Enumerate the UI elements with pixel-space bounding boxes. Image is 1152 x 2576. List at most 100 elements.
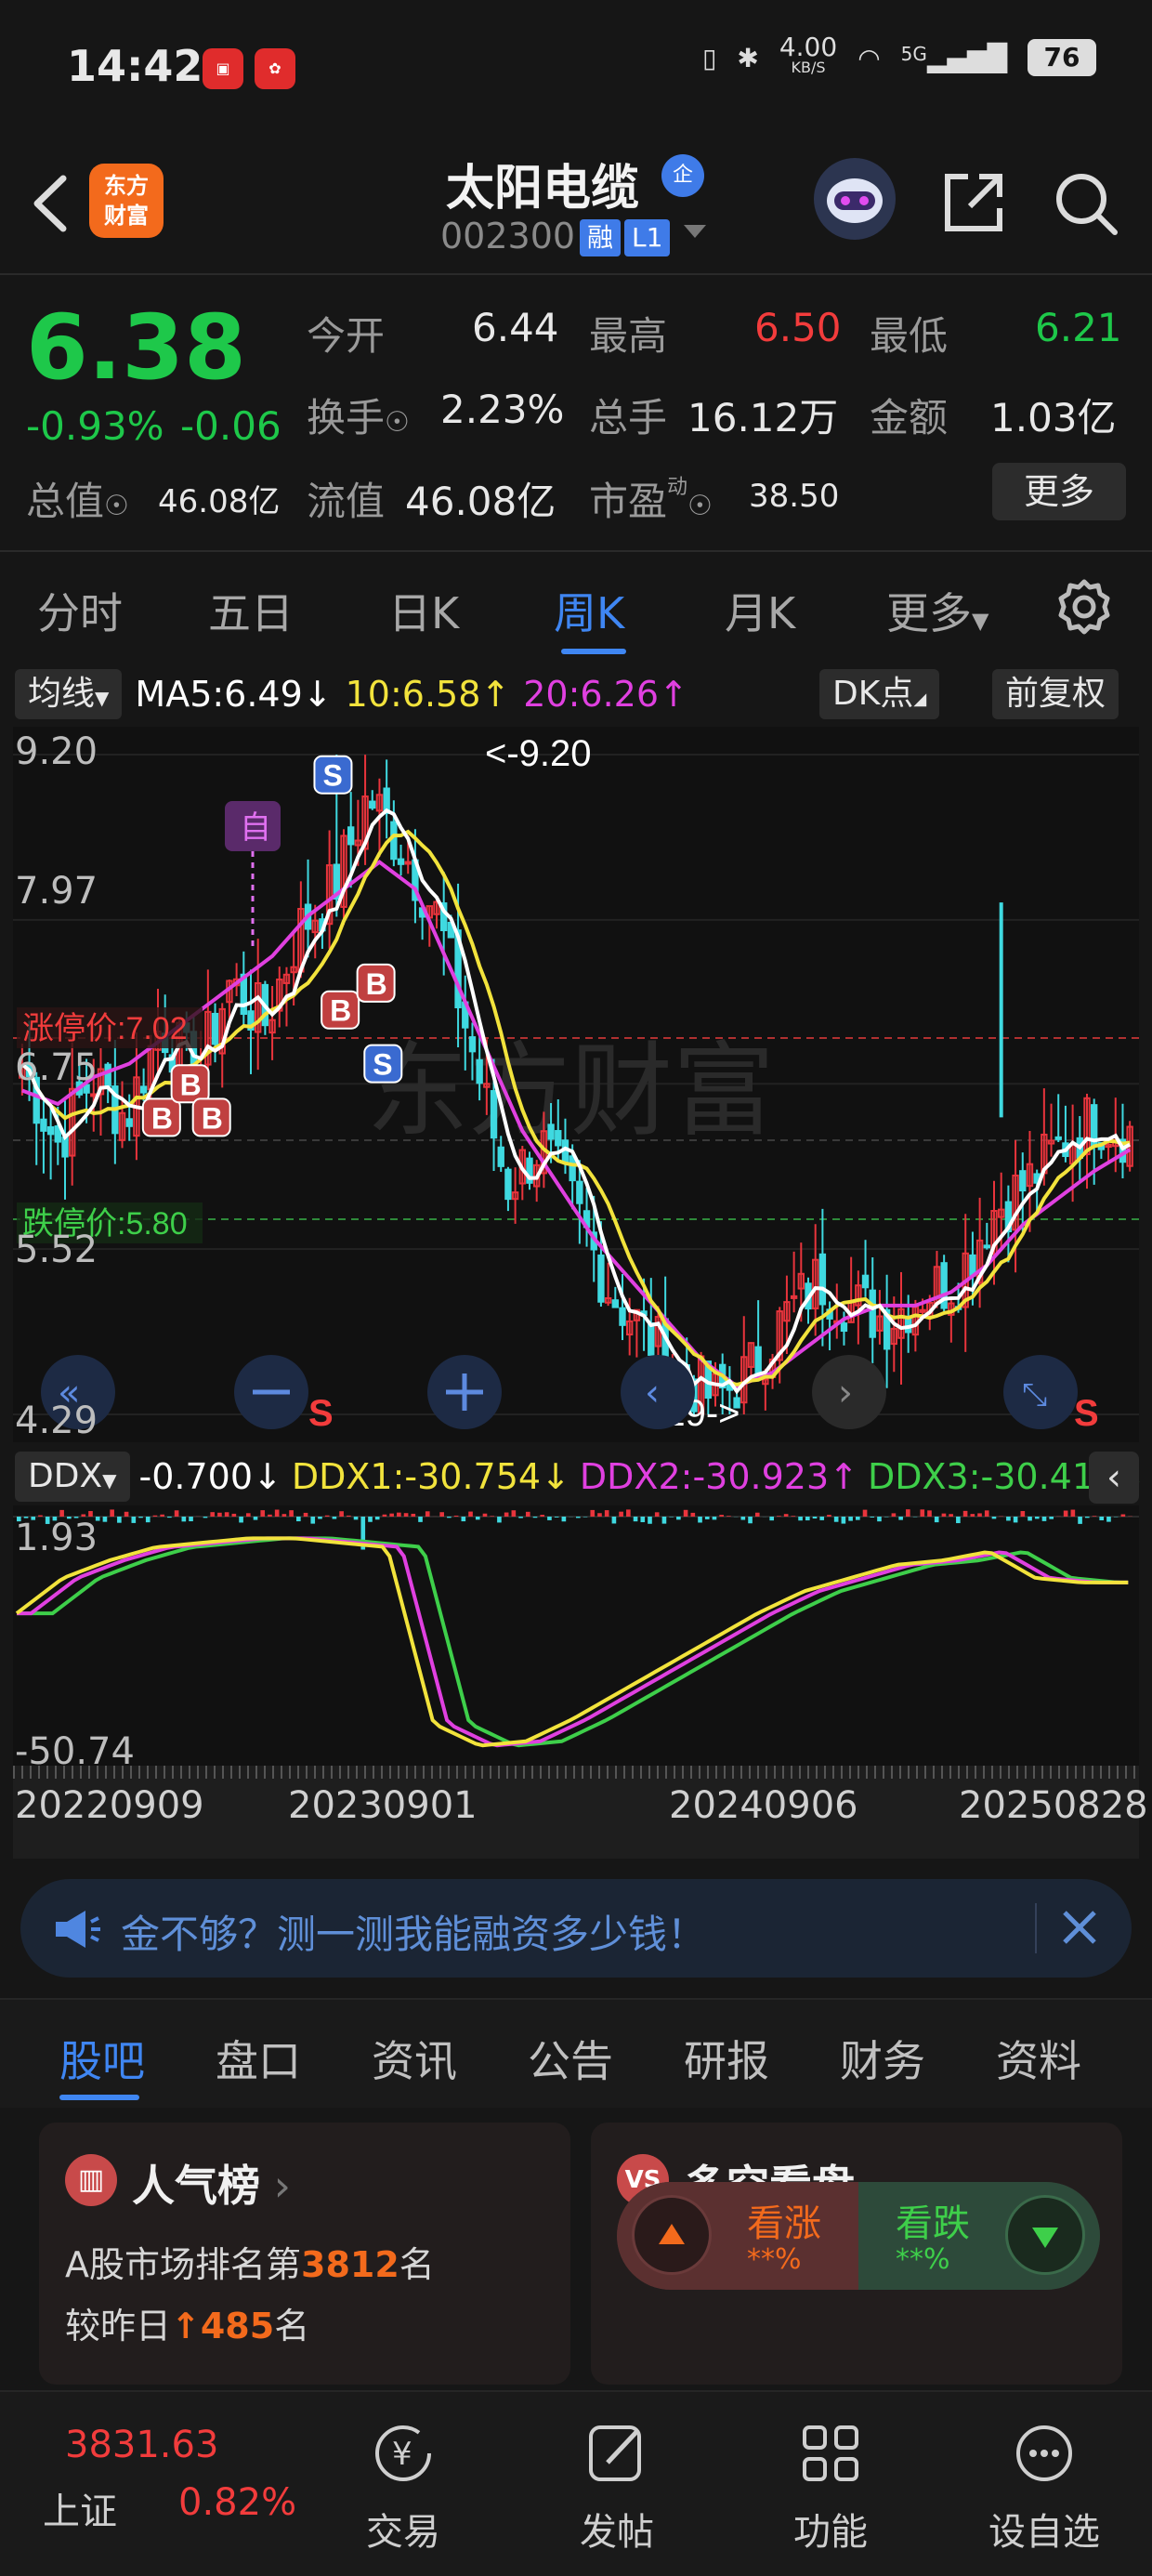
ddx-bar: [490, 1516, 495, 1517]
candle-body: [211, 1012, 219, 1045]
collapse-indicator-button[interactable]: ‹: [1089, 1452, 1139, 1504]
nav-post[interactable]: 发帖: [543, 2416, 691, 2556]
svg-text:B: B: [366, 967, 387, 1001]
tab-pankou[interactable]: 盘口: [216, 2028, 301, 2089]
ddx-bar: [719, 1515, 724, 1517]
ddx-bar: [819, 1517, 825, 1520]
float-cap-value: 46.08亿: [405, 479, 556, 524]
ddx-indicator-select[interactable]: DDX▼: [15, 1452, 130, 1502]
search-icon[interactable]: [1050, 167, 1120, 238]
sell-marker: S: [313, 755, 353, 795]
ddx-bar: [676, 1517, 681, 1520]
more-quote-button[interactable]: 更多: [992, 463, 1126, 520]
ddx-chart[interactable]: [13, 1505, 1139, 1766]
status-bar: 14:42 ▣ ✿ ▯ ✱ 4.00 KB/S ◠ 5G▂▄▆█ 76: [0, 0, 1152, 139]
tab-more[interactable]: 更多▼: [886, 580, 988, 641]
ma20-value: 20:6.26↑: [523, 674, 688, 715]
bluetooth-icon: ✱: [737, 42, 759, 73]
tab-financials[interactable]: 财务: [840, 2028, 925, 2089]
margin-promo-banner[interactable]: 金不够？测一测我能融资多少钱！: [20, 1879, 1132, 1978]
yen-exchange-icon: ¥: [375, 2425, 431, 2481]
ddx-bar: [769, 1517, 775, 1521]
candle-body: [90, 1093, 98, 1097]
candle-body: [1054, 1136, 1062, 1140]
ddx1-value: DDX1:-30.754↓: [291, 1456, 570, 1497]
ddx-bar: [619, 1511, 623, 1517]
high-label: 最高: [589, 313, 668, 359]
candle-body: [1019, 1170, 1027, 1192]
nav-trade[interactable]: ¥ 交易: [329, 2416, 478, 2556]
buy-marker: B: [356, 963, 396, 1003]
ai-assistant-robot-icon[interactable]: [814, 158, 896, 240]
tab-announcements[interactable]: 公告: [528, 2028, 613, 2089]
tab-profile[interactable]: 资料: [996, 2028, 1081, 2089]
nav-add-watchlist[interactable]: 设自选: [970, 2416, 1119, 2556]
ddx-bar: [727, 1516, 731, 1517]
back-arrow-icon[interactable]: [26, 171, 82, 236]
ddx-bar: [848, 1517, 853, 1521]
buy-marker: B: [141, 1097, 181, 1137]
ddx-bar: [984, 1510, 989, 1517]
sh-index-name[interactable]: 上证: [43, 2481, 117, 2535]
ddx-bar: [640, 1517, 646, 1523]
date-label: 20250828: [959, 1784, 1148, 1827]
popularity-card[interactable]: ▥ 人气榜 › A股市场排名第3812名 较昨日↑485名: [39, 2123, 570, 2385]
bull-vote-button[interactable]: 看涨 **%: [617, 2182, 866, 2290]
ddx-bar: [748, 1517, 753, 1524]
ddx-bar: [862, 1509, 868, 1517]
edit-icon: [589, 2425, 641, 2481]
tab-five-day[interactable]: 五日: [208, 580, 294, 641]
dropdown-caret-icon[interactable]: [684, 225, 706, 238]
ddx-bar: [870, 1517, 875, 1518]
indicator-type-select[interactable]: 均线▼: [15, 669, 123, 719]
candle-body: [390, 821, 398, 861]
ddx-bar: [1120, 1514, 1126, 1517]
kline-chart[interactable]: 东方财富 涨停价:7.02 跌停价:5.80 <-9.20 4.29-> 自 B…: [13, 727, 1139, 1442]
close-icon[interactable]: [1052, 1899, 1107, 1955]
ddx-bar: [274, 1509, 280, 1517]
ddx-bar: [411, 1513, 416, 1517]
ddx-bar: [906, 1509, 910, 1517]
tab-monthly-k[interactable]: 月K: [725, 580, 795, 641]
chevron-left-icon: ‹: [645, 1372, 660, 1414]
ddx-bar: [590, 1509, 596, 1517]
nav-function[interactable]: 功能: [756, 2416, 905, 2556]
stock-name[interactable]: 太阳电缆: [446, 149, 639, 218]
tab-news[interactable]: 资讯: [372, 2028, 457, 2089]
gear-icon[interactable]: [1054, 576, 1115, 637]
volume-label: 总手: [589, 395, 668, 440]
change-amount: -0.06: [180, 403, 281, 449]
ddx-bar: [468, 1511, 473, 1517]
share-icon[interactable]: [938, 167, 1009, 238]
sh-index-value[interactable]: 3831.63: [65, 2424, 218, 2466]
rank-change: 较昨日↑485名: [65, 2306, 310, 2346]
bear-vote-button[interactable]: 看跌 **%: [858, 2182, 1100, 2290]
ddx-bar: [1092, 1516, 1097, 1517]
candle-body: [983, 1244, 990, 1249]
ddx-bar: [1028, 1517, 1032, 1521]
ddx-bar: [1049, 1517, 1054, 1519]
forward-adjust-button[interactable]: 前复权: [992, 669, 1119, 719]
tab-research[interactable]: 研报: [684, 2028, 769, 2089]
ddx-bar: [131, 1517, 137, 1523]
ddx-bar: [532, 1517, 538, 1518]
ddx-bar: [368, 1517, 373, 1522]
candle-body: [840, 1322, 848, 1333]
tab-weekly-k[interactable]: 周K: [554, 580, 624, 641]
ddx-bar: [540, 1515, 545, 1517]
vibrate-icon: ▯: [701, 42, 717, 73]
sh-index-change[interactable]: 0.82%: [178, 2481, 296, 2524]
tab-guba[interactable]: 股吧: [59, 2028, 145, 2089]
tab-intraday[interactable]: 分时: [37, 580, 123, 641]
bottom-navigation: 3831.63 上证 0.82% ¥ 交易 发帖 功能 设自选: [0, 2390, 1152, 2576]
dk-point-button[interactable]: DK点◢: [819, 669, 940, 719]
ddx-bar: [1084, 1517, 1090, 1518]
status-indicators: ▯ ✱ 4.00 KB/S ◠ 5G▂▄▆█ 76: [701, 34, 1096, 78]
ddx-bar: [260, 1510, 266, 1517]
ma-legend-bar: 均线▼ MA5:6.49↓ 10:6.58↑ 20:6.26↑ DK点◢ 前复权: [0, 662, 1152, 727]
ddx-bar: [353, 1517, 359, 1520]
active-tab-indicator: [59, 2095, 139, 2100]
tab-daily-k[interactable]: 日K: [388, 580, 459, 641]
ddx-bar: [332, 1517, 337, 1519]
candle-body: [490, 1090, 498, 1139]
